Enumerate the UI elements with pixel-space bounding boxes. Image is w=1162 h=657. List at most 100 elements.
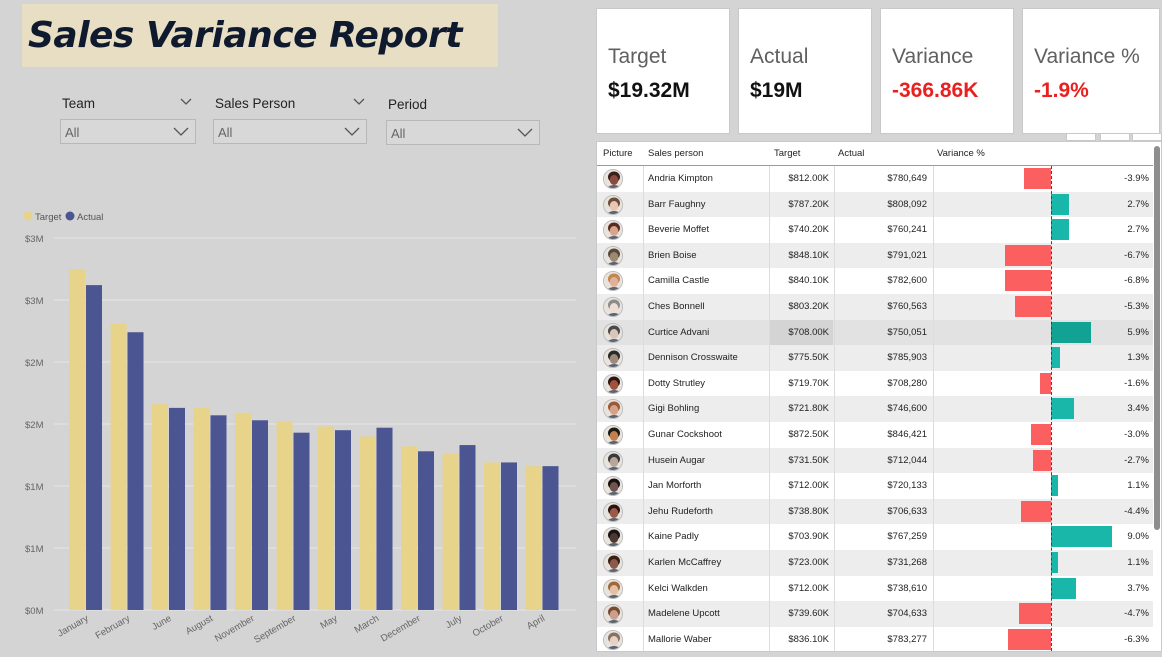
period-slicer[interactable]: Period All (386, 97, 540, 147)
actual-cell: $767,259 (887, 531, 927, 543)
column-header-picture[interactable]: Picture (603, 148, 633, 159)
table-row[interactable]: Kelci Walkden $712.00K $738,610 3.7% (597, 575, 1153, 602)
bar-target-september[interactable] (276, 421, 293, 610)
bar-target-october[interactable] (484, 462, 500, 610)
legend-label[interactable]: Target (35, 212, 62, 223)
avatar (603, 578, 623, 599)
bar-actual-august[interactable] (210, 415, 227, 610)
chevron-down-icon (517, 128, 533, 137)
table-row[interactable]: Gunar Cockshoot $872.50K $846,421 -3.0% (597, 422, 1153, 448)
table-row[interactable]: Beverie Moffet $740.20K $760,241 2.7% (597, 217, 1153, 243)
table-row[interactable]: Gigi Bohling $721.80K $746,600 3.4% (597, 396, 1153, 422)
table-row[interactable]: Curtice Advani $708.00K $750,051 5.9% (597, 319, 1153, 346)
actual-cell: $738,610 (887, 582, 927, 594)
sales-person-cell: Jehu Rudeforth (648, 505, 713, 517)
sales-person-cell: Ches Bonnell (648, 301, 705, 312)
chevron-down-icon[interactable] (353, 96, 365, 108)
bar-actual-february[interactable] (127, 332, 144, 610)
team-slicer[interactable]: Team All (60, 96, 196, 146)
period-dropdown[interactable]: All (386, 120, 540, 145)
column-divider (643, 524, 644, 550)
x-tick-label: March (353, 613, 381, 636)
target-cell: $703.90K (788, 531, 829, 543)
bar-actual-december[interactable] (418, 451, 434, 610)
bar-target-march[interactable] (359, 436, 376, 610)
bar-actual-october[interactable] (501, 462, 517, 610)
sales-person-cell: Kaine Padly (648, 531, 699, 543)
variance-bar (1014, 296, 1051, 317)
bar-target-may[interactable] (318, 426, 334, 610)
actual-cell: $708,280 (887, 377, 927, 389)
bar-target-august[interactable] (193, 407, 210, 610)
actual-cell: $785,903 (887, 352, 927, 364)
column-header-sales-person[interactable]: Sales person (648, 148, 703, 159)
report-title-banner: Sales Variance Report (22, 4, 498, 67)
table-row[interactable]: Andria Kimpton $812.00K $780,649 -3.9% (597, 166, 1153, 192)
bar-target-june[interactable] (152, 404, 168, 610)
variance-pct-cell: -4.4% (1124, 505, 1149, 517)
column-header-variance-pct[interactable]: Variance % (937, 148, 985, 159)
y-tick-label: $0M (25, 606, 44, 617)
bar-actual-july[interactable] (459, 445, 476, 610)
column-divider (643, 447, 644, 474)
table-scrollbar[interactable] (1154, 146, 1160, 530)
variance-pct-cell: -3.0% (1124, 429, 1149, 440)
sales-person-cell: Kelci Walkden (648, 582, 708, 594)
avatar (603, 271, 623, 292)
legend-label[interactable]: Actual (77, 212, 103, 223)
avatar (603, 450, 623, 471)
bar-actual-may[interactable] (335, 430, 351, 610)
variance-pct-cell: 1.1% (1127, 557, 1149, 568)
variance-pct-cell: 9.0% (1127, 531, 1149, 543)
column-divider (643, 268, 644, 294)
column-header-actual[interactable]: Actual (838, 148, 864, 159)
target-vs-actual-bar-chart[interactable]: $0M $1M $1M $2M $2M $3M $3M January February Jun… (0, 200, 590, 657)
kpi-label: Actual (750, 45, 809, 68)
sales-person-cell: Dennison Crosswaite (648, 352, 738, 364)
sales-person-slicer[interactable]: Sales Person All (213, 96, 367, 146)
sales-person-table[interactable]: Picture Sales person Target Actual Varia… (596, 141, 1162, 652)
bar-actual-april[interactable] (542, 466, 559, 610)
variance-pct-cell: -3.9% (1124, 173, 1149, 184)
variance-pct-cell: 3.7% (1127, 582, 1149, 594)
bar-actual-march[interactable] (376, 427, 393, 610)
avatar (603, 245, 623, 266)
chevron-down-icon[interactable] (180, 96, 192, 108)
bar-target-december[interactable] (401, 446, 417, 610)
column-divider (933, 422, 934, 448)
bar-actual-september[interactable] (293, 432, 310, 610)
table-row[interactable]: Brien Boise $848.10K $791,021 -6.7% (597, 242, 1153, 269)
table-row[interactable]: Karlen McCaffrey $723.00K $731,268 1.1% (597, 550, 1153, 576)
table-row[interactable]: Jehu Rudeforth $738.80K $706,633 -4.4% (597, 498, 1153, 525)
column-header-target[interactable]: Target (774, 148, 800, 159)
bar-target-april[interactable] (525, 466, 542, 610)
team-dropdown[interactable]: All (60, 119, 196, 144)
table-row[interactable]: Camilla Castle $840.10K $782,600 -6.8% (597, 268, 1153, 294)
variance-bar (1008, 628, 1051, 650)
table-row[interactable]: Kaine Padly $703.90K $767,259 9.0% (597, 524, 1153, 550)
sales-person-cell: Barr Faughny (648, 198, 706, 210)
bar-actual-november[interactable] (252, 420, 268, 610)
bar-target-july[interactable] (442, 453, 459, 610)
table-row[interactable]: Jan Morforth $712.00K $720,133 1.1% (597, 473, 1153, 499)
bar-actual-january[interactable] (86, 285, 102, 610)
x-tick-label: November (213, 613, 256, 644)
target-cell: $803.20K (788, 301, 829, 312)
table-row[interactable]: Dennison Crosswaite $775.50K $785,903 1.3% (597, 345, 1153, 371)
bar-target-february[interactable] (110, 323, 127, 610)
table-row[interactable]: Dotty Strutley $719.70K $708,280 -1.6% (597, 370, 1153, 397)
bar-target-january[interactable] (69, 269, 85, 610)
bar-target-november[interactable] (235, 412, 251, 610)
avatar (603, 297, 623, 317)
bar-actual-june[interactable] (169, 407, 185, 610)
variance-pct-cell: 2.7% (1127, 198, 1149, 210)
kpi-label: Target (608, 45, 667, 68)
table-row[interactable]: Husein Augar $731.50K $712,044 -2.7% (597, 447, 1153, 474)
avatar (603, 501, 623, 522)
sales-person-dropdown[interactable]: All (213, 119, 367, 144)
table-row[interactable]: Ches Bonnell $803.20K $760,563 -5.3% (597, 294, 1153, 320)
table-row[interactable]: Barr Faughny $787.20K $808,092 2.7% (597, 191, 1153, 218)
table-row[interactable]: Mallorie Waber $836.10K $783,277 -6.3% (597, 626, 1153, 651)
table-row[interactable]: Madelene Upcott $739.60K $704,633 -4.7% (597, 601, 1153, 627)
kpi-card-actual: Actual $19M (738, 8, 872, 134)
